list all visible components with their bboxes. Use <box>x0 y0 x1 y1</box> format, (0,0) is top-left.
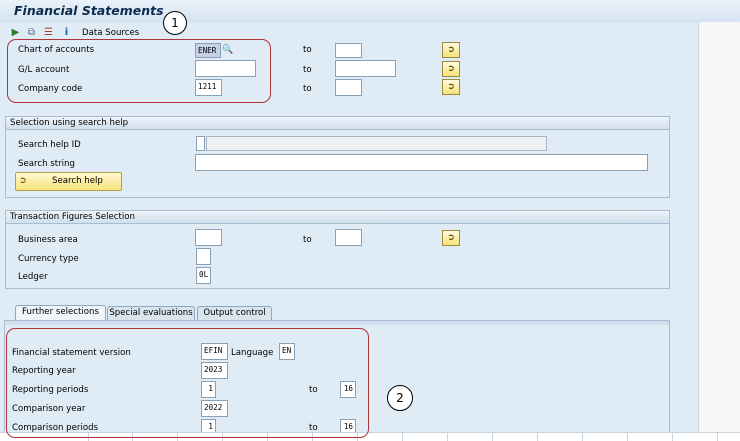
group-title: Selection using search help <box>6 117 669 130</box>
currency-type-label: Currency type <box>18 254 79 264</box>
page-title: Financial Statements <box>14 3 164 18</box>
tab-special-evaluations[interactable]: Special evaluations <box>107 306 195 321</box>
group-title: Transaction Figures Selection <box>6 211 669 224</box>
business-area-label: Business area <box>18 235 78 245</box>
chart-of-accounts-to-label: to <box>303 45 312 55</box>
chart-of-accounts-to-input[interactable] <box>335 43 362 58</box>
business-area-to-label: to <box>303 235 312 245</box>
data-sources-button[interactable]: Data Sources <box>82 28 139 38</box>
ledger-input[interactable]: 0L <box>196 267 211 284</box>
right-margin <box>698 22 740 440</box>
search-help-description-field <box>206 136 547 151</box>
multiple-selection-button[interactable]: ➲ <box>442 230 460 246</box>
arrow-right-icon: ➲ <box>447 233 455 243</box>
ledger-label: Ledger <box>18 272 48 282</box>
search-string-input[interactable] <box>195 154 648 171</box>
annotation-marker-1: 1 <box>163 11 187 35</box>
search-help-id-input[interactable] <box>196 136 205 151</box>
copy-variant-icon[interactable]: ⧉ <box>26 27 37 38</box>
info-icon[interactable]: i <box>61 27 72 38</box>
arrow-right-icon: ➲ <box>447 45 455 55</box>
business-area-to-input[interactable] <box>335 229 362 246</box>
transaction-figures-group: Transaction Figures Selection <box>5 210 670 289</box>
multiple-selection-button[interactable]: ➲ <box>442 42 460 58</box>
execute-icon[interactable]: ▶ <box>10 27 21 38</box>
annotation-box-1 <box>7 39 271 103</box>
gl-account-to-input[interactable] <box>335 60 396 77</box>
multiple-selection-button[interactable]: ➲ <box>442 61 460 77</box>
arrow-right-icon: ➲ <box>447 82 455 92</box>
search-help-id-label: Search help ID <box>18 140 81 150</box>
arrow-right-icon: ➲ <box>19 176 27 186</box>
company-code-to-input[interactable] <box>335 79 362 96</box>
company-code-to-label: to <box>303 84 312 94</box>
annotation-box-2 <box>6 328 369 438</box>
business-area-input[interactable] <box>195 229 222 246</box>
tab-output-control[interactable]: Output control <box>197 306 272 321</box>
multiple-selection-button[interactable]: ➲ <box>442 79 460 95</box>
gl-account-to-label: to <box>303 65 312 75</box>
search-help-button[interactable]: ➲ Search help <box>15 172 122 191</box>
currency-type-input[interactable] <box>196 248 211 265</box>
search-string-label: Search string <box>18 159 75 169</box>
search-help-button-label: Search help <box>52 176 103 186</box>
arrow-right-icon: ➲ <box>447 64 455 74</box>
annotation-marker-2: 2 <box>387 385 413 411</box>
list-icon[interactable]: ☰ <box>43 27 54 38</box>
title-bar: Financial Statements <box>0 0 740 23</box>
